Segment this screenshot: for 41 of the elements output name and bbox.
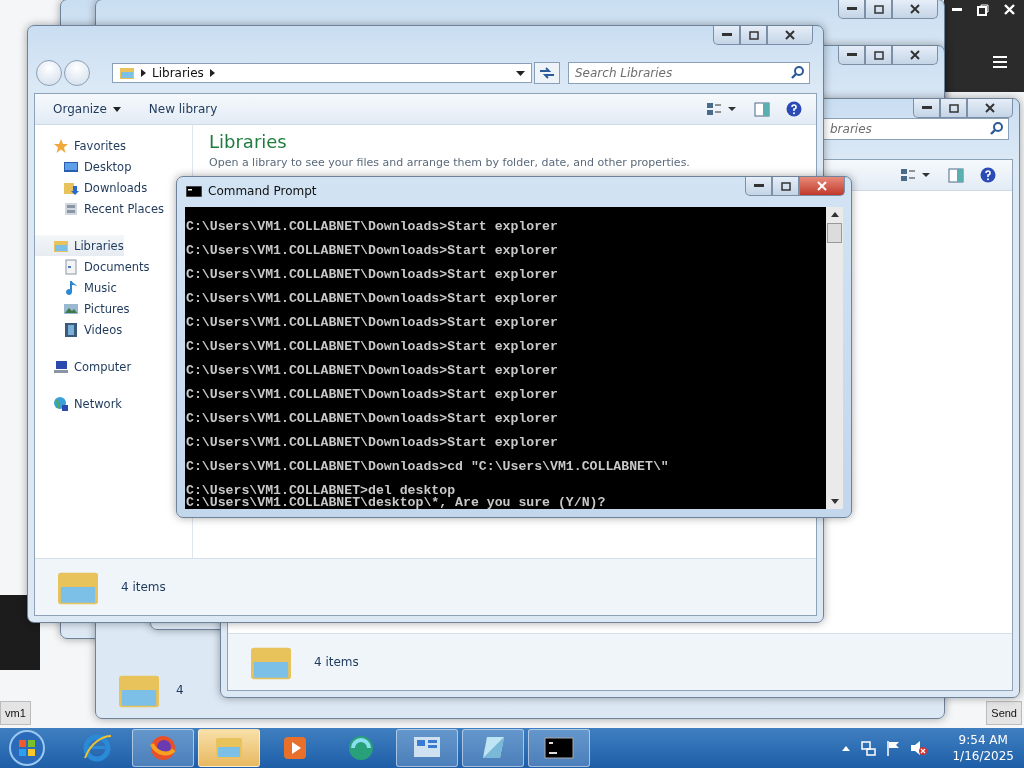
nav-item[interactable]: Pictures bbox=[35, 298, 130, 319]
clock-time: 9:54 AM bbox=[958, 732, 1008, 748]
page-heading: Libraries bbox=[209, 131, 288, 152]
clock-date: 1/16/2025 bbox=[952, 748, 1014, 764]
console-line: C:\Users\VM1.COLLABNET\Downloads>Start explorer bbox=[186, 434, 559, 449]
toolbar-button[interactable]: New library bbox=[146, 100, 220, 118]
page-description: Open a library to see your files and arrange them by folder, date, and other properties. bbox=[209, 156, 690, 169]
console-line: C:\Users\VM1.COLLABNET\Downloads>Start explorer bbox=[186, 386, 559, 401]
nav-item[interactable]: Videos bbox=[35, 319, 123, 340]
address-bar[interactable]: Libraries bbox=[112, 63, 532, 83]
console-line: C:\Users\VM1.COLLABNET\Downloads>Start explorer bbox=[186, 266, 559, 281]
nav-item[interactable]: Network bbox=[35, 393, 123, 414]
console-line: C:\Users\VM1.COLLABNET\Downloads>Start explorer bbox=[186, 362, 559, 377]
nav-item[interactable]: Computer bbox=[35, 356, 132, 377]
search-field[interactable]: Search Libraries bbox=[568, 62, 810, 84]
nav-item[interactable]: Downloads bbox=[35, 177, 148, 198]
console-line: C:\Users\VM1.COLLABNET\Downloads>Start explorer bbox=[186, 290, 559, 305]
nav-item[interactable]: Documents bbox=[35, 256, 150, 277]
clock[interactable]: 9:54 AM 1/16/2025 bbox=[952, 732, 1014, 764]
console-line: C:\Users\VM1.COLLABNET\desktop\*, Are you sure (Y/N)? bbox=[186, 497, 607, 509]
nav-item[interactable]: Libraries bbox=[35, 235, 124, 256]
item-count: 4 items bbox=[121, 580, 166, 594]
nav-item[interactable]: Recent Places bbox=[35, 198, 164, 219]
search-field[interactable]: braries bbox=[823, 118, 1009, 140]
console-line: C:\Users\VM1.COLLABNET\Downloads>Start explorer bbox=[186, 410, 559, 425]
item-count: 4 items bbox=[314, 655, 359, 669]
nav-item[interactable]: Music bbox=[35, 277, 117, 298]
send-button[interactable]: Send bbox=[986, 701, 1022, 725]
nav-item[interactable]: Desktop bbox=[35, 156, 132, 177]
vm-tab[interactable]: vm1 bbox=[0, 701, 31, 725]
console-line: C:\Users\VM1.COLLABNET\Downloads>cd "C:\Users\VM1.COLLABNET\" bbox=[186, 458, 670, 473]
breadcrumb[interactable]: Libraries bbox=[152, 66, 204, 80]
console-line: C:\Users\VM1.COLLABNET\Downloads>Start explorer bbox=[186, 314, 559, 329]
window-title: Command Prompt bbox=[208, 184, 317, 198]
console-line: C:\Users\VM1.COLLABNET\Downloads>Start explorer bbox=[186, 218, 559, 233]
toolbar-button[interactable]: Organize bbox=[51, 100, 123, 118]
nav-item[interactable]: Favorites bbox=[35, 135, 126, 156]
console-line: C:\Users\VM1.COLLABNET\Downloads>Start explorer bbox=[186, 338, 559, 353]
console-line: C:\Users\VM1.COLLABNET>del desktop bbox=[186, 482, 456, 497]
console-line: C:\Users\VM1.COLLABNET\Downloads>Start explorer bbox=[186, 242, 559, 257]
item-count: 4 bbox=[176, 683, 184, 697]
